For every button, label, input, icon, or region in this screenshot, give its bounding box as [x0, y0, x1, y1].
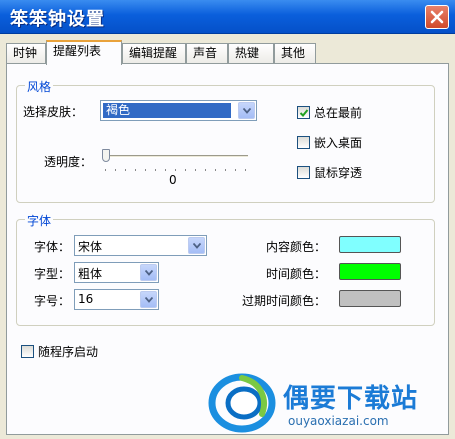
close-button[interactable]: [425, 5, 449, 29]
font-select[interactable]: 宋体: [74, 235, 207, 256]
expired-color-swatch[interactable]: [339, 290, 401, 307]
tab-clock[interactable]: 时钟: [6, 43, 46, 64]
embed-desktop-box[interactable]: [297, 136, 310, 149]
window-body: 时钟 提醒列表 编辑提醒 声音 热键 其他 风格 选择皮肤： 褐色 透明度： 0…: [0, 34, 455, 439]
font-label: 字体：: [34, 240, 71, 254]
watermark-url: ouyaoxiazai.com: [288, 414, 389, 428]
time-color-label: 时间颜色：: [266, 267, 327, 281]
font-style-value: 粗体: [78, 267, 103, 281]
mouse-through-label: 鼠标穿透: [314, 166, 363, 180]
font-dropdown-button[interactable]: [188, 237, 205, 254]
chevron-down-icon: [243, 108, 251, 114]
chevron-down-icon: [145, 270, 153, 276]
title-bar: 笨笨钟设置: [0, 0, 455, 34]
always-on-top-box[interactable]: [297, 106, 310, 119]
tab-sound[interactable]: 声音: [186, 43, 228, 64]
font-group: 字体 字体： 宋体 字型： 粗体 字号： 16 内容颜色： 时间颜色： 过期时间…: [16, 212, 435, 326]
chevron-down-icon: [193, 243, 201, 249]
font-size-value: 16: [78, 292, 94, 306]
opacity-track: [102, 155, 248, 158]
window-title: 笨笨钟设置: [10, 9, 105, 30]
font-group-title: 字体: [25, 212, 54, 229]
start-with-program-box[interactable]: [21, 345, 34, 358]
font-size-select[interactable]: 16: [74, 289, 159, 310]
tab-reminder-list[interactable]: 提醒列表: [46, 40, 122, 65]
font-size-dropdown-button[interactable]: [140, 291, 157, 308]
site-logo-icon: [208, 373, 276, 433]
skin-dropdown-button[interactable]: [238, 102, 255, 119]
style-group-title: 风格: [25, 78, 54, 95]
style-group: 风格 选择皮肤： 褐色 透明度： 0 总在最前 嵌入桌面 鼠标穿透: [16, 78, 435, 203]
content-color-swatch[interactable]: [339, 236, 401, 253]
expired-color-label: 过期时间颜色：: [242, 294, 327, 308]
font-style-label: 字型：: [34, 267, 71, 281]
close-icon: [430, 10, 444, 24]
chevron-down-icon: [145, 297, 153, 303]
start-with-program-label: 随程序启动: [38, 345, 99, 359]
content-color-label: 内容颜色：: [266, 240, 327, 254]
font-style-dropdown-button[interactable]: [140, 264, 157, 281]
mouse-through-box[interactable]: [297, 166, 310, 179]
tab-other[interactable]: 其他: [274, 43, 316, 64]
opacity-value: 0: [169, 173, 177, 187]
skin-value: 褐色: [103, 103, 231, 118]
tab-edit-reminder[interactable]: 编辑提醒: [122, 43, 186, 64]
always-on-top-checkbox[interactable]: 总在最前: [297, 104, 362, 121]
always-on-top-label: 总在最前: [314, 106, 363, 120]
opacity-ticks: [105, 169, 247, 172]
font-size-label: 字号：: [34, 294, 71, 308]
opacity-slider-thumb[interactable]: [102, 149, 110, 162]
opacity-label: 透明度：: [44, 155, 93, 169]
font-value: 宋体: [78, 240, 103, 254]
start-with-program-checkbox[interactable]: 随程序启动: [21, 343, 98, 360]
embed-desktop-checkbox[interactable]: 嵌入桌面: [297, 134, 362, 151]
tab-hotkey[interactable]: 热键: [228, 43, 274, 64]
font-style-select[interactable]: 粗体: [74, 262, 159, 283]
skin-select[interactable]: 褐色: [100, 100, 257, 121]
mouse-through-checkbox[interactable]: 鼠标穿透: [297, 164, 362, 181]
embed-desktop-label: 嵌入桌面: [314, 136, 363, 150]
watermark-site-name: 偶要下载站: [283, 384, 419, 414]
time-color-swatch[interactable]: [339, 263, 401, 280]
checkmark-icon: [299, 109, 309, 117]
skin-label: 选择皮肤：: [23, 105, 84, 119]
